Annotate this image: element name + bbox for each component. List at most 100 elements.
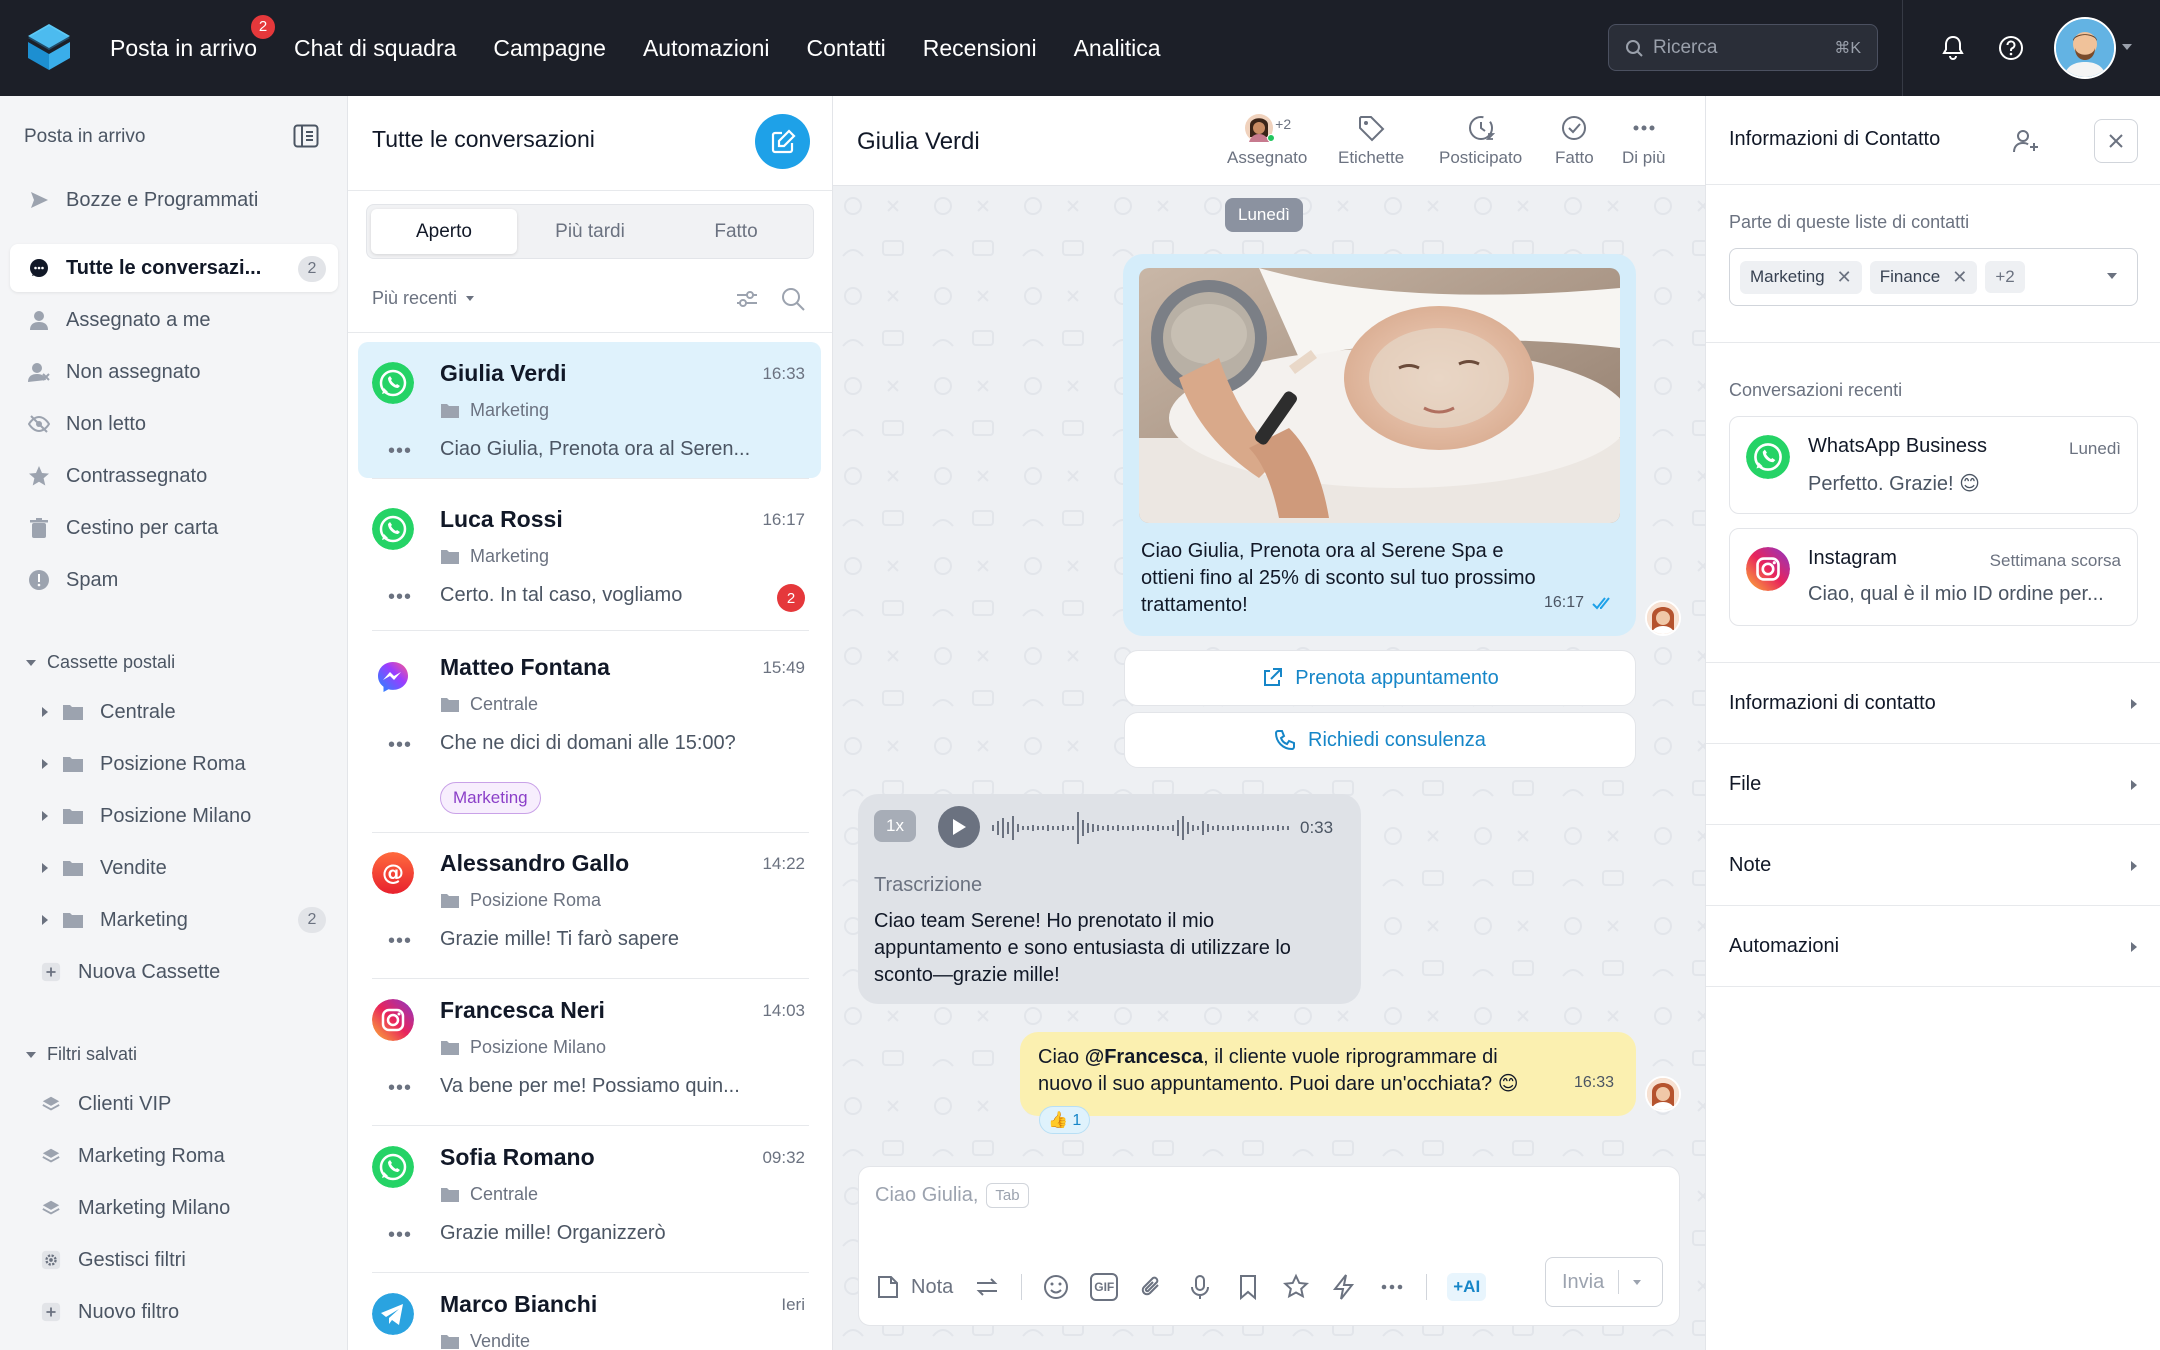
- cta-label: Richiedi consulenza: [1308, 728, 1486, 751]
- paperclip-icon[interactable]: [1138, 1273, 1166, 1301]
- new-filter-button[interactable]: Nuovo filtro: [36, 1290, 336, 1334]
- bookmark-icon[interactable]: [1234, 1273, 1262, 1301]
- mailbox-item-marketing[interactable]: Marketing 2: [36, 898, 336, 942]
- message-reaction[interactable]: 👍 1: [1039, 1106, 1091, 1134]
- switch-icon[interactable]: [973, 1273, 1001, 1301]
- nav-contacts[interactable]: Contatti: [807, 35, 886, 62]
- search-input[interactable]: Ricerca ⌘K: [1608, 24, 1878, 71]
- remove-chip-icon[interactable]: ✕: [1952, 267, 1967, 288]
- audio-waveform[interactable]: [992, 812, 1292, 844]
- request-consultation-button[interactable]: Richiedi consulenza: [1124, 712, 1636, 768]
- nav-campaigns[interactable]: Campagne: [493, 35, 606, 62]
- microphone-icon[interactable]: [1186, 1273, 1214, 1301]
- more-dots-icon[interactable]: •••: [388, 1224, 412, 1247]
- contact-lists-select[interactable]: Marketing ✕ Finance ✕ +2: [1729, 248, 2138, 306]
- more-dots-icon[interactable]: •••: [388, 1077, 412, 1100]
- compose-button[interactable]: [755, 114, 810, 169]
- expand-caret-icon: [42, 811, 48, 821]
- sidebar-item-unassigned[interactable]: Non assegnato: [10, 348, 338, 396]
- conversation-item[interactable]: @ Alessandro Gallo 14:22 Posizione Roma …: [358, 832, 821, 968]
- mailbox-item-posizione-milano[interactable]: Posizione Milano: [36, 794, 336, 838]
- section-automations[interactable]: Automazioni: [1706, 905, 2160, 986]
- labels-action[interactable]: Etichette: [1338, 114, 1404, 168]
- section-notes[interactable]: Note: [1706, 824, 2160, 905]
- user-menu-caret[interactable]: [2122, 44, 2132, 50]
- nav-inbox[interactable]: Posta in arrivo 2: [110, 12, 278, 62]
- conversation-item[interactable]: Matteo Fontana 15:49 Centrale ••• Che ne…: [358, 636, 821, 826]
- sidebar-item-trash[interactable]: Cestino per carta: [10, 504, 338, 552]
- sidebar-item-unread[interactable]: Non letto: [10, 400, 338, 448]
- mention[interactable]: @Francesca: [1085, 1046, 1203, 1068]
- nav-team-chat[interactable]: Chat di squadra: [294, 35, 456, 62]
- conversation-folder: Vendite: [440, 1331, 530, 1350]
- remove-chip-icon[interactable]: ✕: [1837, 267, 1852, 288]
- done-action[interactable]: Fatto: [1555, 114, 1594, 168]
- recent-conversation-item[interactable]: WhatsApp Business Lunedì Perfetto. Grazi…: [1729, 416, 2138, 514]
- conversation-item[interactable]: Marco Bianchi Ieri Vendite: [358, 1273, 821, 1350]
- play-button[interactable]: [938, 806, 980, 848]
- recent-conversation-item[interactable]: Instagram Settimana scorsa Ciao, qual è …: [1729, 528, 2138, 626]
- filter-sliders-icon[interactable]: [734, 286, 760, 312]
- sidebar-toggle-icon[interactable]: [293, 124, 319, 148]
- mailbox-item-centrale[interactable]: Centrale: [36, 690, 336, 734]
- sidebar-item-drafts[interactable]: Bozze e Programmati: [10, 176, 338, 224]
- close-button[interactable]: [2094, 119, 2138, 163]
- message-composer[interactable]: Ciao Giulia, Tab Nota GIF +AI Invia: [858, 1166, 1680, 1326]
- section-contact-info[interactable]: Informazioni di contatto: [1706, 662, 2160, 743]
- emoji-icon[interactable]: [1042, 1273, 1070, 1301]
- user-avatar[interactable]: [2054, 17, 2116, 79]
- sidebar-item-spam[interactable]: Spam: [10, 556, 338, 604]
- saved-filters-section-header[interactable]: Filtri salvati: [26, 1044, 137, 1065]
- tab-later[interactable]: Più tardi: [517, 209, 663, 254]
- lightning-icon[interactable]: [1330, 1273, 1358, 1301]
- nav-analytics[interactable]: Analitica: [1074, 35, 1161, 62]
- manage-filters-button[interactable]: Gestisci filtri: [36, 1238, 336, 1282]
- more-dots-icon[interactable]: •••: [388, 586, 412, 609]
- message-image[interactable]: [1139, 268, 1620, 523]
- help-icon[interactable]: [1996, 33, 2026, 63]
- star-icon[interactable]: [1282, 1273, 1310, 1301]
- chevron-down-icon[interactable]: [1633, 1279, 1641, 1285]
- note-toggle-button[interactable]: Nota: [875, 1274, 953, 1300]
- send-button[interactable]: Invia: [1545, 1257, 1663, 1307]
- book-appointment-button[interactable]: Prenota appuntamento: [1124, 650, 1636, 706]
- bell-icon[interactable]: [1938, 33, 1968, 63]
- more-dots-icon[interactable]: •••: [388, 734, 412, 757]
- assignee-action[interactable]: +2 Assegnato: [1227, 114, 1307, 168]
- gif-button[interactable]: GIF: [1090, 1273, 1119, 1301]
- composer-input[interactable]: Ciao Giulia, Tab: [875, 1183, 1029, 1208]
- sort-dropdown[interactable]: Più recenti: [372, 288, 475, 309]
- more-dots-icon[interactable]: •••: [388, 930, 412, 953]
- tab-open[interactable]: Aperto: [371, 209, 517, 254]
- section-files[interactable]: File: [1706, 743, 2160, 824]
- conversation-item[interactable]: Luca Rossi 16:17 Marketing ••• Certo. In…: [358, 488, 821, 624]
- app-logo[interactable]: [26, 22, 72, 72]
- more-horizontal-icon[interactable]: [1378, 1273, 1406, 1301]
- ai-assist-button[interactable]: +AI: [1447, 1273, 1487, 1301]
- more-lists-chip[interactable]: +2: [1985, 261, 2025, 293]
- search-icon[interactable]: [780, 286, 806, 312]
- sidebar-item-all-conversations[interactable]: Tutte le conversazi... 2: [10, 244, 338, 292]
- more-dots-icon[interactable]: •••: [388, 440, 412, 463]
- filter-item-vip[interactable]: Clienti VIP: [36, 1082, 336, 1126]
- mailbox-item-posizione-roma[interactable]: Posizione Roma: [36, 742, 336, 786]
- snooze-action[interactable]: Posticipato: [1439, 114, 1522, 168]
- filter-item-marketing-milano[interactable]: Marketing Milano: [36, 1186, 336, 1230]
- playback-speed-button[interactable]: 1x: [874, 810, 916, 842]
- mailbox-item-vendite[interactable]: Vendite: [36, 846, 336, 890]
- more-action[interactable]: Di più: [1622, 114, 1665, 168]
- nav-automations[interactable]: Automazioni: [643, 35, 770, 62]
- conversation-item[interactable]: Sofia Romano 09:32 Centrale ••• Grazie m…: [358, 1126, 821, 1262]
- mailboxes-section-header[interactable]: Cassette postali: [26, 652, 175, 673]
- chevron-down-icon[interactable]: [2107, 273, 2117, 279]
- conversation-item[interactable]: Francesca Neri 14:03 Posizione Milano ••…: [358, 979, 821, 1115]
- filter-item-marketing-roma[interactable]: Marketing Roma: [36, 1134, 336, 1178]
- online-status-dot: [1267, 134, 1276, 142]
- sidebar-item-starred[interactable]: Contrassegnato: [10, 452, 338, 500]
- conversation-item[interactable]: Giulia Verdi 16:33 Marketing ••• Ciao Gi…: [358, 342, 821, 478]
- sidebar-item-assigned-to-me[interactable]: Assegnato a me: [10, 296, 338, 344]
- new-mailbox-button[interactable]: Nuova Cassette: [36, 950, 336, 994]
- nav-reviews[interactable]: Recensioni: [923, 35, 1037, 62]
- add-user-icon[interactable]: [2011, 126, 2041, 156]
- tab-done[interactable]: Fatto: [663, 209, 809, 254]
